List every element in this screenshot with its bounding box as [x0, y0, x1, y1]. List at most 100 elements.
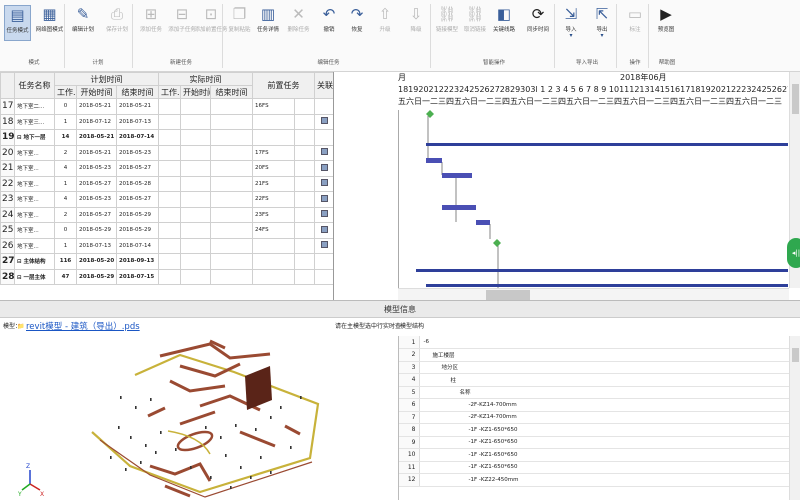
cell-start[interactable]: 2018-05-20 [76, 253, 117, 270]
plan-end-header[interactable]: 结束时间 [115, 85, 160, 99]
cell-start[interactable]: 2018-07-12 [76, 113, 117, 130]
assoc-cell[interactable] [314, 98, 333, 115]
cell-start[interactable]: 2018-05-21 [76, 129, 117, 146]
empty-cell[interactable] [180, 175, 212, 192]
empty-cell[interactable] [210, 222, 254, 239]
upgrade-button[interactable]: ⇧ 升级 [372, 5, 398, 41]
cell-name[interactable]: 地下室... [14, 191, 55, 208]
tree-row-label[interactable]: -1F -KZ22-450mm [419, 473, 789, 487]
empty-cell[interactable] [210, 160, 254, 177]
cell-num[interactable]: 28 [0, 268, 15, 285]
table-row[interactable]: 28 ⊟ 一层主体 47 2018-05-29 2018-07-15 [0, 268, 333, 285]
cell-work[interactable]: 1 [54, 175, 77, 192]
add-preceding-button[interactable]: ⊡ 添加前置任务 [195, 5, 228, 41]
table-row[interactable]: 25 地下室... 0 2018-05-29 2018-05-29 24FS [0, 222, 333, 239]
tree-row-label[interactable]: -6 [419, 336, 789, 349]
model-file-link[interactable]: revit模型 - 建筑（导出）.pds [26, 318, 140, 336]
import-button[interactable]: ⇲ 导入 ▾ [558, 5, 584, 41]
cell-end[interactable]: 2018-05-29 [115, 206, 160, 223]
table-row[interactable]: 19 ⊟ 地下一层 14 2018-05-21 2018-07-14 [0, 129, 333, 146]
linked-model-icon[interactable] [321, 241, 329, 249]
empty-cell[interactable] [180, 268, 212, 285]
key-path-button[interactable]: ◧ 关键线路 [490, 5, 518, 41]
cell-start[interactable]: 2018-05-27 [76, 206, 117, 223]
sync-time-button[interactable]: ⟳ 同步时间 [520, 5, 556, 41]
cell-work[interactable]: 0 [54, 222, 77, 239]
empty-cell[interactable] [210, 237, 254, 254]
cell-end[interactable]: 2018-09-13 [115, 253, 160, 270]
cell-end[interactable]: 2018-07-15 [115, 268, 160, 285]
tree-row[interactable]: 11 -1F -KZ1-650*650 [399, 461, 789, 474]
add-task-button[interactable]: ⊞ 添加任务 [136, 5, 166, 41]
tree-row-label[interactable]: -1F -KZ1-650*650 [419, 461, 789, 474]
empty-cell[interactable] [180, 206, 212, 223]
simulate-button[interactable]: ▶ 预览图 [652, 5, 680, 41]
cell-name[interactable]: 地下室... [14, 160, 55, 177]
table-row[interactable]: 24 地下室... 2 2018-05-27 2018-05-29 23FS [0, 206, 333, 223]
assoc-cell[interactable] [314, 253, 333, 270]
cell-work[interactable]: 47 [54, 268, 77, 285]
empty-cell[interactable] [180, 98, 212, 115]
linked-model-icon[interactable] [321, 194, 329, 202]
empty-cell[interactable] [158, 191, 182, 208]
cell-end[interactable]: 2018-05-21 [115, 98, 160, 115]
assoc-cell[interactable] [314, 206, 333, 223]
linked-model-icon[interactable] [321, 210, 329, 218]
cell-work[interactable]: 116 [54, 253, 77, 270]
empty-cell[interactable] [294, 113, 316, 130]
table-row[interactable]: 26 地下室... 1 2018-07-13 2018-07-14 [0, 237, 333, 254]
tree-row[interactable]: 6 -2F-KZ14-700mm [399, 398, 789, 412]
empty-cell[interactable] [180, 253, 212, 270]
cell-work[interactable]: 1 [54, 113, 77, 130]
linked-model-icon[interactable] [321, 179, 329, 187]
tree-row-label[interactable]: 地分区 [419, 361, 789, 374]
cell-name[interactable]: 地下室... [14, 237, 55, 254]
cell-end[interactable]: 2018-05-28 [115, 175, 160, 192]
network-mode-button[interactable]: ▦ 网络图模式 [33, 5, 66, 41]
cell-num[interactable]: 25 [0, 222, 15, 239]
table-row[interactable]: 22 地下室... 1 2018-05-27 2018-05-28 21FS [0, 175, 333, 192]
cell-num[interactable]: 20 [0, 144, 15, 161]
cell-end[interactable]: 2018-07-13 [115, 113, 160, 130]
save-plan-button[interactable]: ⎙ 保存计划 [100, 5, 134, 41]
tree-row[interactable]: 9 -1F -KZ1-650*650 [399, 436, 789, 449]
cell-work[interactable]: 1 [54, 237, 77, 254]
scroll-thumb[interactable] [486, 290, 530, 300]
tree-row[interactable]: 8 -1F -KZ1-650*650 [399, 423, 789, 437]
empty-cell[interactable] [158, 129, 182, 146]
cell-end[interactable]: 2018-07-14 [115, 237, 160, 254]
cell-name[interactable]: 地下室... [14, 206, 55, 223]
tree-row[interactable]: 2 施工楼层 [399, 348, 789, 362]
assoc-cell[interactable] [314, 113, 333, 130]
empty-cell[interactable] [180, 160, 212, 177]
cell-pred[interactable] [252, 253, 296, 270]
cell-num[interactable]: 17 [0, 98, 15, 115]
mark-button[interactable]: ▭ 标注 [620, 5, 650, 41]
empty-cell[interactable] [158, 222, 182, 239]
gantt-horizontal-scrollbar[interactable] [398, 288, 789, 300]
assoc-cell[interactable] [314, 175, 333, 192]
redo-button[interactable]: ↷ 恢复 [344, 5, 370, 41]
cell-start[interactable]: 2018-05-29 [76, 222, 117, 239]
empty-cell[interactable] [294, 129, 316, 146]
tree-row-label[interactable]: -1F -KZ1-650*650 [419, 436, 789, 449]
linked-model-icon[interactable] [321, 148, 329, 156]
cell-name[interactable]: 地下室... [14, 175, 55, 192]
table-row[interactable]: 23 地下室... 4 2018-05-23 2018-05-27 22FS [0, 191, 333, 208]
cell-end[interactable]: 2018-05-29 [115, 222, 160, 239]
gantt-chart[interactable]: 月 2018年06月 181920212223242526272829303l … [398, 72, 788, 300]
tree-row-label[interactable]: -2F-KZ14-700mm [419, 411, 789, 424]
export-button[interactable]: ⇱ 导出 ▾ [586, 5, 618, 41]
cell-start[interactable]: 2018-05-29 [76, 268, 117, 285]
empty-cell[interactable] [294, 160, 316, 177]
cell-work[interactable]: 0 [54, 98, 77, 115]
tree-row[interactable]: 1 -6 [399, 336, 789, 349]
cell-pred[interactable]: 21FS [252, 175, 296, 192]
tree-row[interactable]: 7 -2F-KZ14-700mm [399, 411, 789, 424]
cell-work[interactable]: 2 [54, 144, 77, 161]
table-row[interactable]: 20 地下室... 2 2018-05-21 2018-05-23 17FS [0, 144, 333, 161]
table-row[interactable]: 18 地下室三... 1 2018-07-12 2018-07-13 [0, 113, 333, 130]
table-row[interactable]: 21 地下室... 4 2018-05-23 2018-05-27 20FS [0, 160, 333, 177]
empty-cell[interactable] [210, 129, 254, 146]
empty-cell[interactable] [180, 222, 212, 239]
